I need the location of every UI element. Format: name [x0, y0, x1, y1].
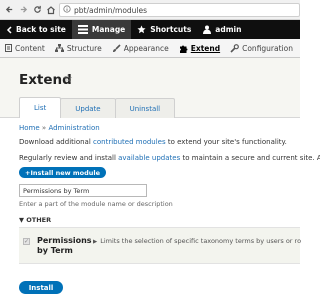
structure-icon [54, 44, 64, 52]
shortcuts-label: Shortcuts [150, 25, 192, 34]
tab-list[interactable]: List [19, 97, 62, 118]
intro-text-part: Download additional [19, 138, 94, 146]
page-info-icon[interactable] [63, 5, 71, 15]
install-button[interactable]: Install [19, 281, 63, 294]
chevron-left-icon [6, 25, 12, 34]
menu-item-appearance[interactable]: Appearance [107, 39, 174, 58]
menu-item-structure[interactable]: Structure [50, 39, 107, 58]
reload-icon[interactable] [31, 3, 43, 16]
browser-toolbar: pbt/admin/modules [0, 0, 300, 20]
menu-item-content[interactable]: Content [0, 39, 50, 58]
admin-menu-tray: Content Structure Appearance Extend Conf… [0, 39, 300, 58]
group-other-toggle[interactable]: ▼ OTHER [19, 216, 51, 224]
manage-tab[interactable]: Manage [71, 20, 132, 39]
address-bar[interactable]: pbt/admin/modules [59, 3, 300, 17]
menu-item-label: Extend [190, 43, 221, 53]
user-icon [203, 25, 212, 34]
breadcrumb-separator: » [41, 124, 47, 132]
star-icon [137, 25, 146, 34]
menu-item-label: Structure [66, 43, 102, 53]
back-arrow-icon[interactable] [3, 3, 15, 16]
contributed-modules-link[interactable]: contributed modules [93, 138, 166, 146]
back-to-site-label: Back to site [16, 25, 66, 34]
breadcrumb-admin-link[interactable]: Administration [48, 124, 99, 132]
intro-text-part: to extend your site's functionality. [165, 138, 287, 146]
menu-item-label: Appearance [123, 43, 169, 53]
filter-description: Enter a part of the module name or descr… [19, 200, 173, 208]
paintbrush-icon [112, 43, 121, 53]
module-description-text: Limits the selection of specific taxonom… [100, 237, 302, 245]
intro-text-part: Regularly review and install [19, 154, 119, 162]
module-checkbox[interactable]: ✓ [23, 238, 30, 245]
puzzle-icon [179, 44, 188, 53]
back-to-site-link[interactable]: Back to site [0, 20, 72, 39]
module-name: Permissions by Term [37, 236, 92, 255]
menu-icon [77, 25, 88, 34]
tab-uninstall[interactable]: Uninstall [114, 98, 176, 118]
user-tab[interactable]: admin [197, 20, 247, 39]
user-label: admin [215, 25, 242, 34]
menu-item-label: Configuration [242, 43, 293, 53]
menu-item-extend[interactable]: Extend [174, 39, 225, 58]
intro-text-part: to maintain a secure and current site. A… [180, 154, 320, 162]
content-icon [5, 44, 12, 52]
manage-label: Manage [91, 25, 126, 34]
wrench-icon [230, 43, 240, 53]
breadcrumb: Home » Administration [19, 124, 300, 132]
module-description[interactable]: ▶ Limits the selection of specific taxono… [93, 237, 301, 245]
admin-toolbar: Back to site Manage Shortcuts admin [0, 20, 300, 39]
add-shortcut-star-icon[interactable]: ☆ [63, 72, 73, 85]
forward-arrow-icon[interactable] [17, 3, 29, 16]
main-content: Home » Administration Download additiona… [19, 124, 320, 162]
expand-triangle-icon: ▶ [93, 239, 98, 245]
breadcrumb-home-link[interactable]: Home [19, 124, 40, 132]
home-icon[interactable] [45, 3, 57, 16]
page-header: Extend ☆ List Update Uninstall [0, 58, 300, 118]
intro-text-download: Download additional contributed modules … [19, 138, 300, 146]
module-row: ✓ Permissions by Term ▶ Limits the select… [19, 227, 301, 264]
tab-update[interactable]: Update [60, 98, 116, 118]
primary-tabs: List Update Uninstall [19, 97, 176, 118]
module-filter-input[interactable]: Permissions by Term [19, 184, 147, 197]
intro-text-updates: Regularly review and install available u… [19, 154, 320, 162]
menu-item-configuration[interactable]: Configuration [225, 39, 298, 58]
url-text: pbt/admin/modules [74, 5, 148, 15]
install-new-module-button[interactable]: +Install new module [19, 167, 107, 178]
shortcuts-tab[interactable]: Shortcuts [131, 20, 197, 39]
menu-item-label: Content [15, 43, 45, 53]
available-updates-link[interactable]: available updates [118, 154, 180, 162]
